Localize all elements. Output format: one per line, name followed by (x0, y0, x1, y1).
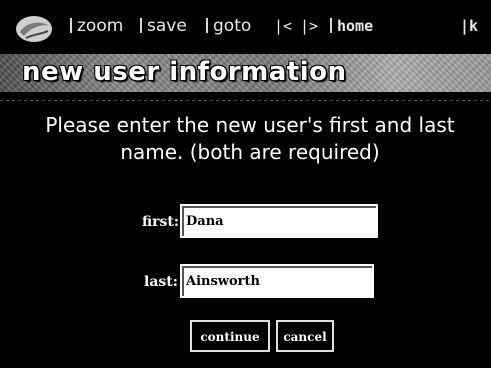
first-button[interactable]: |k (460, 14, 478, 38)
instructions-line: name. (both are required) (120, 140, 380, 164)
next-label: |> (300, 17, 319, 35)
globe-icon[interactable] (14, 14, 54, 44)
first-name-label: first: (142, 214, 180, 230)
last-name-label: last: (144, 274, 178, 290)
next-button[interactable]: |> (300, 14, 318, 38)
home-label: home (337, 17, 374, 35)
first-name-input[interactable] (184, 208, 376, 234)
divider (0, 100, 491, 101)
home-button[interactable]: home (330, 14, 373, 38)
zoom-label: zoom (77, 16, 124, 36)
continue-button[interactable]: continue (190, 320, 270, 352)
previous-label: |< (274, 17, 293, 35)
zoom-button[interactable]: zoom (70, 14, 123, 38)
first-label: |k (460, 17, 479, 35)
page-title: new user information (22, 57, 347, 87)
goto-button[interactable]: goto (206, 14, 251, 38)
cancel-button[interactable]: cancel (276, 320, 334, 352)
separator-icon (330, 18, 332, 33)
instructions-line: Please enter the new user's first and la… (45, 113, 455, 137)
toolbar: zoom save goto |< |> home |k (0, 0, 491, 52)
separator-icon (206, 18, 208, 33)
instructions: Please enter the new user's first and la… (20, 112, 480, 166)
save-button[interactable]: save (140, 14, 187, 38)
separator-icon (140, 18, 142, 33)
separator-icon (70, 18, 72, 33)
save-label: save (147, 16, 187, 36)
last-name-input[interactable] (184, 268, 372, 294)
first-name-field-box (180, 204, 378, 238)
last-name-field-box (180, 264, 374, 298)
previous-button[interactable]: |< (274, 14, 292, 38)
app-screen: zoom save goto |< |> home |k new user in… (0, 0, 491, 368)
title-band: new user information (0, 54, 491, 92)
goto-label: goto (213, 16, 252, 36)
